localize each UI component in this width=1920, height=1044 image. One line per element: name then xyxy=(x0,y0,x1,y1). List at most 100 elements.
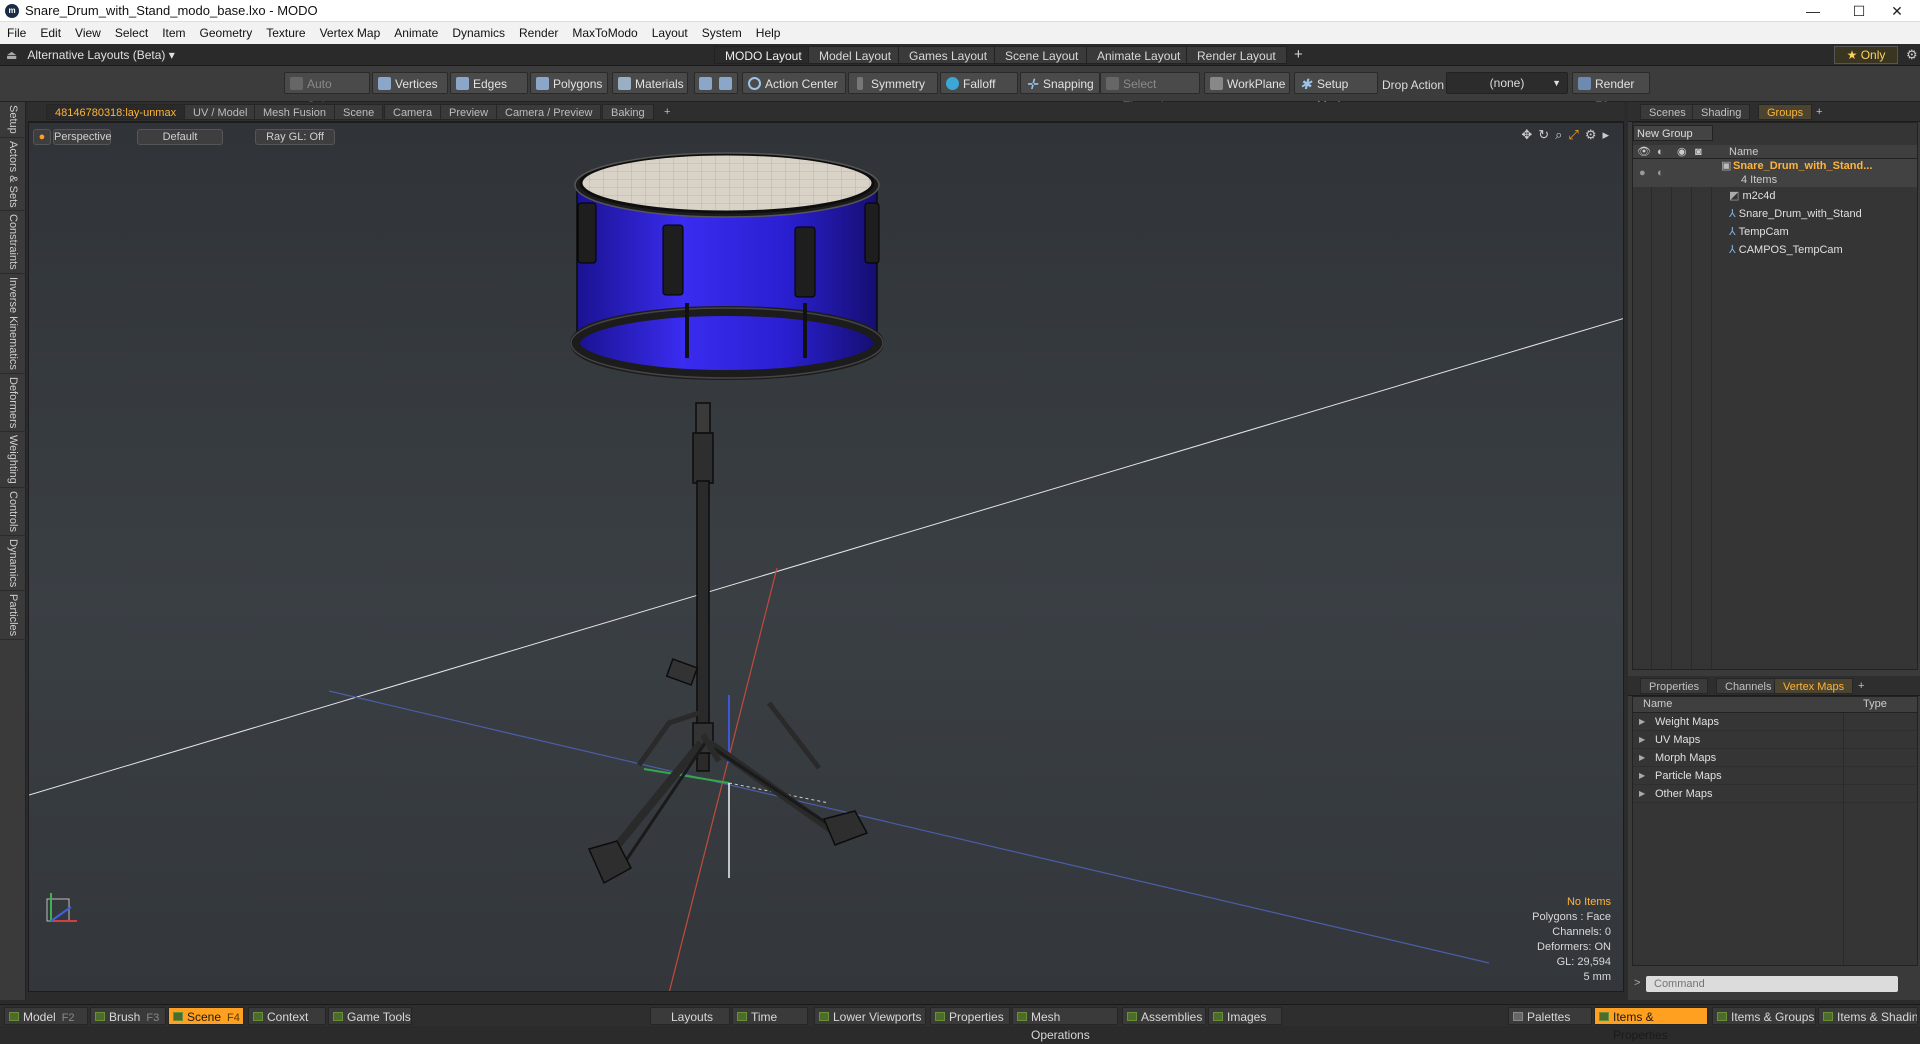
strip-tab-controls[interactable]: Controls xyxy=(0,488,26,536)
expand-arrow-icon[interactable]: ▶ xyxy=(1639,767,1645,785)
group-item-snare-drum[interactable]: ⅄ Snare_Drum_with_Stand xyxy=(1729,207,1862,221)
strip-tab-particles[interactable]: Particles xyxy=(0,591,26,641)
menu-layout[interactable]: Layout xyxy=(645,22,695,44)
tab-uv-model[interactable]: UV / Model xyxy=(184,104,257,120)
render-column-icon[interactable]: ◉ xyxy=(1677,145,1687,159)
add-panel-tab-button[interactable]: + xyxy=(1808,104,1830,120)
vm-row-uv-maps[interactable]: ▶ UV Maps xyxy=(1633,731,1917,749)
menu-view[interactable]: View xyxy=(68,22,108,44)
time-button[interactable]: Time xyxy=(732,1007,808,1025)
palettes-button[interactable]: Palettes xyxy=(1508,1007,1592,1025)
group-item-campos-tempcam[interactable]: ⅄ CAMPOS_TempCam xyxy=(1729,243,1843,257)
zoom-icon[interactable]: ⌕ xyxy=(1555,127,1568,142)
expand-arrow-icon[interactable]: ▶ xyxy=(1639,713,1645,731)
vertices-button[interactable]: Vertices xyxy=(372,72,448,94)
menu-system[interactable]: System xyxy=(695,22,749,44)
strip-tab-inverse-kinematics[interactable]: Inverse Kinematics xyxy=(0,274,26,374)
gear-icon[interactable]: ⚙ xyxy=(1906,47,1918,63)
viewport-gear-icon[interactable]: ⚙ xyxy=(1585,127,1603,142)
tab-games-layout[interactable]: Games Layout xyxy=(898,46,999,64)
assemblies-button[interactable]: Assemblies xyxy=(1122,1007,1206,1025)
group-item-m2c4d[interactable]: ◩ m2c4d xyxy=(1729,189,1775,203)
mesh-operations-button[interactable]: Mesh Operations xyxy=(1012,1007,1118,1042)
scene-tab-button[interactable]: Scene F4 xyxy=(168,1007,244,1025)
strip-tab-deformers[interactable]: Deformers xyxy=(0,374,26,433)
images-button[interactable]: Images xyxy=(1208,1007,1282,1025)
render-button[interactable]: Render F9 xyxy=(1572,72,1650,113)
group-item-tempcam[interactable]: ⅄ TempCam xyxy=(1729,225,1789,239)
tab-render-layout[interactable]: Render Layout xyxy=(1186,46,1287,64)
group-root-row[interactable]: ● ◐ ▣ Snare_Drum_with_Stand... 4 Items xyxy=(1633,159,1917,187)
select-column-icon[interactable]: ◙ xyxy=(1695,145,1702,159)
tab-vertex-maps[interactable]: Vertex Maps xyxy=(1774,678,1854,694)
vm-row-morph-maps[interactable]: ▶ Morph Maps xyxy=(1633,749,1917,767)
menu-geometry[interactable]: Geometry xyxy=(193,22,260,44)
visibility-eye-icon[interactable]: 👁 xyxy=(1637,145,1651,159)
tab-shading[interactable]: Shading xyxy=(1692,104,1751,120)
raygl-button[interactable]: Ray GL: Off xyxy=(255,129,335,145)
tab-baking[interactable]: Baking xyxy=(602,104,654,120)
root-lock-icon[interactable]: ◐ xyxy=(1657,166,1664,180)
tab-model-layout[interactable]: Model Layout xyxy=(808,46,903,64)
tab-groups[interactable]: Groups xyxy=(1758,104,1813,120)
vm-row-particle-maps[interactable]: ▶ Particle Maps xyxy=(1633,767,1917,785)
tab-modo-layout[interactable]: MODO Layout xyxy=(714,46,813,64)
vm-row-weight-maps[interactable]: ▶ Weight Maps xyxy=(1633,713,1917,731)
lock-column-icon[interactable]: ◐ xyxy=(1657,145,1664,159)
items-groups-button[interactable]: Items & Groups xyxy=(1712,1007,1816,1025)
add-props-tab-button[interactable]: + xyxy=(1850,678,1872,694)
shading-default-button[interactable]: Default xyxy=(137,129,223,145)
strip-tab-setup[interactable]: Setup xyxy=(0,102,26,138)
tab-mesh-fusion[interactable]: Mesh Fusion xyxy=(254,104,335,120)
expand-arrow-icon[interactable]: ▶ xyxy=(1639,785,1645,803)
symmetry-button[interactable]: Symmetry xyxy=(848,72,938,94)
selection-sets-button[interactable] xyxy=(694,72,738,94)
command-input[interactable] xyxy=(1646,976,1898,992)
edges-button[interactable]: Edges xyxy=(450,72,528,94)
add-layout-button[interactable]: + xyxy=(1284,46,1313,64)
close-button[interactable]: ✕ xyxy=(1874,0,1920,22)
falloff-button[interactable]: Falloff xyxy=(940,72,1018,94)
root-visibility-icon[interactable]: ● xyxy=(1639,166,1646,180)
tab-animate-layout[interactable]: Animate Layout xyxy=(1086,46,1192,64)
alternative-layouts-dropdown[interactable]: ⏏ Alternative Layouts (Beta) ▾ xyxy=(6,44,175,66)
brush-tab-button[interactable]: Brush F3 xyxy=(90,1007,166,1025)
viewport-menu-dot-icon[interactable]: ● xyxy=(33,129,51,145)
play-arrow-icon[interactable]: ▸ xyxy=(1602,127,1615,142)
tab-lay-unmax[interactable]: 48146780318:lay-unmax xyxy=(46,104,186,120)
select-through-button[interactable]: Select Through xyxy=(1100,72,1200,113)
only-toggle[interactable]: ★ Only xyxy=(1834,46,1898,64)
menu-animate[interactable]: Animate xyxy=(387,22,445,44)
materials-button[interactable]: Materials xyxy=(612,72,688,94)
menu-file[interactable]: File xyxy=(0,22,33,44)
model-tab-button[interactable]: Model F2 xyxy=(4,1007,88,1025)
game-tools-tab-button[interactable]: Game Tools xyxy=(328,1007,412,1025)
tab-camera[interactable]: Camera xyxy=(384,104,442,120)
menu-texture[interactable]: Texture xyxy=(259,22,312,44)
context-tab-button[interactable]: Context xyxy=(248,1007,326,1025)
tab-scenes[interactable]: Scenes xyxy=(1640,104,1695,120)
tab-preview[interactable]: Preview xyxy=(440,104,498,120)
minimize-button[interactable]: — xyxy=(1790,0,1836,22)
pan-icon[interactable]: ✥ xyxy=(1521,127,1538,142)
menu-edit[interactable]: Edit xyxy=(33,22,68,44)
vm-row-other-maps[interactable]: ▶ Other Maps xyxy=(1633,785,1917,803)
drop-action-select[interactable]: (none) ▼ xyxy=(1446,72,1568,94)
3d-viewport[interactable]: ● Perspective Default Ray GL: Off ✥↻⌕⤢⚙▸… xyxy=(28,122,1624,992)
rotate-icon[interactable]: ↻ xyxy=(1538,127,1555,142)
snapping-button[interactable]: ✛ Snapping xyxy=(1020,72,1100,94)
new-group-button[interactable]: New Group xyxy=(1633,125,1713,141)
auto-select-button[interactable]: Auto Select xyxy=(284,72,370,113)
properties-button[interactable]: Properties xyxy=(930,1007,1010,1025)
action-center-button[interactable]: Action Center xyxy=(742,72,846,94)
view-perspective-button[interactable]: Perspective xyxy=(53,129,111,145)
setup-mode-button[interactable]: ✱Setup Mode xyxy=(1294,72,1378,113)
expand-arrow-icon[interactable]: ▶ xyxy=(1639,749,1645,767)
strip-tab-actors-sets[interactable]: Actors & Sets xyxy=(0,138,26,212)
workplane-button[interactable]: WorkPlane xyxy=(1204,72,1290,94)
menu-render[interactable]: Render xyxy=(512,22,565,44)
layouts-button[interactable]: Layouts xyxy=(650,1007,730,1025)
tab-scene[interactable]: Scene xyxy=(334,104,384,120)
menu-item[interactable]: Item xyxy=(155,22,192,44)
items-properties-button[interactable]: Items & Properties xyxy=(1594,1007,1708,1042)
